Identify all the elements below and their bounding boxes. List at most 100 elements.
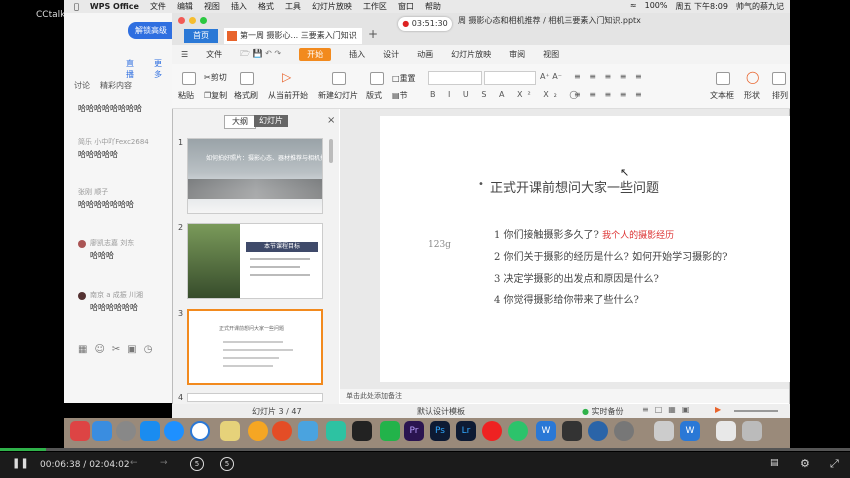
new-slide-icon[interactable] xyxy=(332,72,346,85)
chrome-icon[interactable] xyxy=(272,421,292,441)
safari-icon[interactable] xyxy=(164,421,184,441)
close-icon[interactable]: × xyxy=(327,115,335,126)
wifi-icon[interactable]: ≈ xyxy=(630,1,637,12)
scissors-icon[interactable]: ✂ xyxy=(112,344,120,355)
copy-button[interactable]: ❐复制 xyxy=(204,90,227,101)
text-style-icons[interactable]: B I U S A X² X₂ ◯ xyxy=(430,90,583,99)
outline-tab[interactable]: 大纲 xyxy=(224,115,256,129)
next-icon[interactable]: → xyxy=(160,458,168,468)
textbox-icon[interactable] xyxy=(716,72,730,85)
menu-view[interactable]: 视图 xyxy=(534,49,568,60)
quick-access-icons[interactable]: 🗁 💾 ↶ ↷ xyxy=(231,48,290,62)
slide-title[interactable]: 正式开课前想问大家一些问题 xyxy=(490,177,659,196)
slide-side-text[interactable]: 123g xyxy=(428,240,451,250)
panel-scrollbar[interactable] xyxy=(329,139,333,163)
trash-icon[interactable] xyxy=(742,421,762,441)
menu-item-view[interactable]: 视图 xyxy=(204,1,220,12)
menu-start[interactable]: 开始 xyxy=(299,48,332,61)
font-size-adjust-icons[interactable]: A⁺ A⁻ xyxy=(540,72,562,81)
qq-music-icon[interactable] xyxy=(508,421,528,441)
settings-icon[interactable]: ⚙ xyxy=(800,457,810,470)
wps-dock-icon[interactable]: W xyxy=(536,421,556,441)
slide-question[interactable]: 4 你觉得摄影给你带来了些什么? xyxy=(494,291,639,306)
view-mode-icons[interactable]: ≡□▦▣ xyxy=(642,405,695,414)
font-name-select[interactable] xyxy=(428,71,482,85)
progress-bar[interactable] xyxy=(0,448,850,451)
qq-icon[interactable] xyxy=(352,421,372,441)
paste-icon[interactable] xyxy=(182,72,196,85)
arrange-icon[interactable] xyxy=(772,72,786,85)
chat-tab-highlights[interactable]: 精彩内容 xyxy=(100,80,132,91)
paragraph-icons[interactable]: ≡ ≡ ≡ ≡ ≡ xyxy=(574,72,645,81)
emoji-icon[interactable]: ☺ xyxy=(94,344,104,355)
menu-item-edit[interactable]: 编辑 xyxy=(177,1,193,12)
slide-question[interactable]: 3 决定学摄影的出发点和原因是什么? xyxy=(494,270,659,285)
minimize-window-button[interactable] xyxy=(189,17,196,24)
forward-5-button[interactable]: 5 xyxy=(220,457,234,471)
gift-icon[interactable]: ▦ xyxy=(78,344,87,355)
unlock-button[interactable]: 解锁高级 xyxy=(128,22,174,39)
font-size-select[interactable] xyxy=(484,71,536,85)
menubar-clock[interactable]: 周五 下午8:09 xyxy=(675,1,728,12)
slide-question[interactable]: 1 你们接触摄影多久了? 我个人的摄影经历 xyxy=(494,226,674,241)
photoshop-icon[interactable]: Ps xyxy=(430,421,450,441)
chat-tab-discuss[interactable]: 讨论 xyxy=(74,80,90,91)
launchpad-icon[interactable] xyxy=(116,421,136,441)
app-store-icon[interactable] xyxy=(140,421,160,441)
backup-status[interactable]: ● 实时备份 xyxy=(582,406,624,417)
layout-button[interactable]: 版式 xyxy=(366,90,382,101)
wechat-icon[interactable] xyxy=(380,421,400,441)
lightroom-icon[interactable]: Lr xyxy=(456,421,476,441)
hamburger-icon[interactable]: ☰ xyxy=(172,50,197,59)
menu-insert[interactable]: 插入 xyxy=(340,49,374,60)
menu-item-help[interactable]: 帮助 xyxy=(425,1,441,12)
menu-item-window[interactable]: 窗口 xyxy=(398,1,414,12)
menu-item-slideshow[interactable]: 幻灯片放映 xyxy=(312,1,352,12)
shape-icon[interactable]: ◯ xyxy=(746,70,759,84)
baidu-netdisk-icon[interactable] xyxy=(298,421,318,441)
slide-question[interactable]: 2 你们关于摄影的经历是什么? 如何开始学习摄影的? xyxy=(494,248,727,263)
netease-music-icon[interactable] xyxy=(482,421,502,441)
chat-tab-live[interactable]: 直播 xyxy=(126,58,134,80)
menu-animation[interactable]: 动画 xyxy=(408,49,442,60)
pause-button[interactable]: ❚❚ xyxy=(12,458,29,469)
image-icon[interactable]: ▣ xyxy=(127,344,136,355)
wps-dock-icon[interactable]: W xyxy=(680,421,700,441)
system-preferences-icon[interactable] xyxy=(614,421,634,441)
menu-app-name[interactable]: WPS Office xyxy=(90,2,139,11)
play-icon[interactable]: ▷ xyxy=(282,70,291,84)
slides-tab[interactable]: 幻灯片 xyxy=(254,115,288,127)
menu-file[interactable]: 文件 xyxy=(197,49,231,60)
new-slide-button[interactable]: 新建幻灯片 xyxy=(318,90,358,101)
menu-slideshow[interactable]: 幻灯片放映 xyxy=(442,49,500,60)
textbox-button[interactable]: 文本框 xyxy=(710,90,734,101)
document-tab[interactable]: 第一周 摄影心... 三要素入门知识 xyxy=(224,28,362,44)
menu-review[interactable]: 审阅 xyxy=(500,49,534,60)
cut-button[interactable]: ✂剪切 xyxy=(204,72,227,83)
dock-app-icon[interactable] xyxy=(70,421,90,441)
reset-button[interactable]: □重置 xyxy=(392,73,416,84)
home-tab[interactable]: 首页 xyxy=(184,29,218,43)
dock-app-icon[interactable] xyxy=(562,421,582,441)
maximize-window-button[interactable] xyxy=(200,17,207,24)
slide-thumbnail[interactable] xyxy=(187,393,323,402)
new-tab-button[interactable]: + xyxy=(368,27,378,41)
folder-icon[interactable] xyxy=(716,421,736,441)
chat-tab-more[interactable]: 更多 xyxy=(154,58,162,80)
arrange-button[interactable]: 排列 xyxy=(772,90,788,101)
notes-app-icon[interactable] xyxy=(220,421,240,441)
layout-icon[interactable] xyxy=(370,72,384,85)
close-window-button[interactable] xyxy=(178,17,185,24)
format-painter-icon[interactable] xyxy=(240,72,254,85)
screenshot-icon[interactable] xyxy=(654,421,674,441)
slide-thumbnail[interactable]: 如何拍好照片：摄影心态、器材推荐与相机推荐 xyxy=(187,138,323,214)
menu-item-workspace[interactable]: 工作区 xyxy=(363,1,387,12)
clock-icon[interactable]: ◷ xyxy=(144,344,153,355)
menubar-user[interactable]: 帅气的蔡九记 xyxy=(736,1,784,12)
premiere-icon[interactable]: Pr xyxy=(404,421,424,441)
video-player-icon[interactable] xyxy=(326,421,346,441)
section-button[interactable]: ▤节 xyxy=(392,90,408,101)
slide-thumbnail-selected[interactable]: 正式开课前想问大家一些问题 xyxy=(187,309,323,385)
align-icons[interactable]: ≡ ≡ ≡ ≡ ≡ xyxy=(574,90,645,99)
battery-level[interactable]: 100% xyxy=(645,1,668,12)
